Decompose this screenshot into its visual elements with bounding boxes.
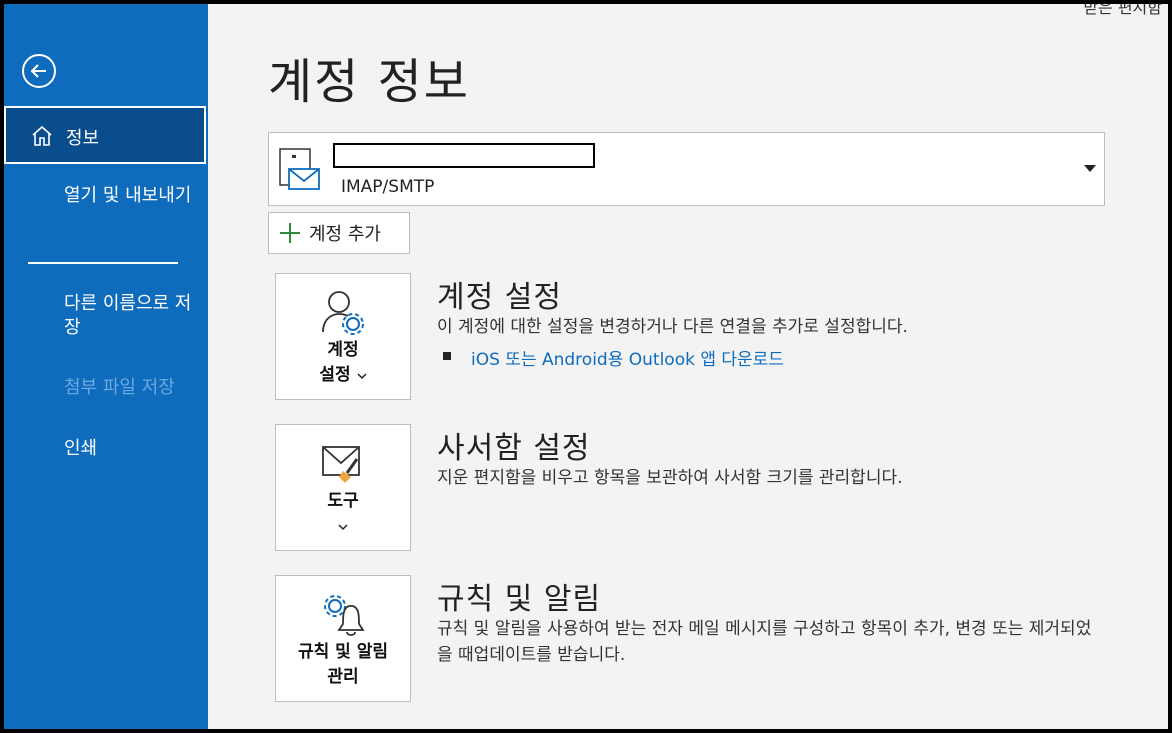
card-label-line1: 도구 [327,491,359,511]
card-label-line1: 계정 [327,340,359,360]
sidebar-separator [28,262,178,264]
account-type: IMAP/SMTP [341,177,435,197]
chevron-down-icon [357,373,367,380]
sidebar-item-label: 정보 [66,128,100,149]
page-title: 계정 정보 [268,54,470,110]
add-account-label: 계정 추가 [309,224,381,245]
section-description: 규칙 및 알림을 사용하여 받는 전자 메일 메시지를 구성하고 항목이 추가,… [437,619,1092,665]
email-account-icon [279,148,320,190]
section-title: 규칙 및 알림 [437,582,602,617]
sidebar-item-label: 다른 이름으로 저장 [64,293,192,338]
card-label-line1: 규칙 및 알림 [297,642,389,662]
section-title: 사서함 설정 [437,431,591,466]
mobile-app-download-link[interactable]: iOS 또는 Android용 Outlook 앱 다운로드 [471,345,784,370]
section-description: 지운 편지함을 비우고 항목을 보관하여 사서함 크기를 관리합니다. [437,468,903,488]
mailbox-cleanup-icon [322,446,360,483]
chevron-down-icon[interactable] [1084,165,1096,172]
manage-rules-alerts-button[interactable]: 규칙 및 알림 관리 [275,575,411,702]
card-label-line2: 설정 [319,365,351,385]
section-description: 이 계정에 대한 설정을 변경하거나 다른 연결을 추가로 설정합니다. [437,317,908,337]
sidebar-item-label: 인쇄 [64,438,98,459]
account-email-redacted [333,143,595,168]
sidebar-item-label: 열기 및 내보내기 [64,185,192,206]
add-account-button[interactable]: 계정 추가 [268,212,410,254]
card-label-line2: 관리 [327,667,359,687]
sidebar-item-print[interactable]: 인쇄 [4,437,208,467]
section-title: 계정 설정 [437,280,562,315]
account-settings-button[interactable]: 계정 설정 [275,273,411,400]
user-settings-icon [322,291,364,335]
plus-icon [280,223,300,243]
sidebar-item-save-as[interactable]: 다른 이름으로 저장 [4,292,208,342]
backstage-sidebar: 정보 열기 및 내보내기 다른 이름으로 저장 첨부 파일 저장 인쇄 [4,4,208,729]
mailbox-tools-button[interactable]: 도구 [275,424,411,551]
backstage-window: 정보 열기 및 내보내기 다른 이름으로 저장 첨부 파일 저장 인쇄 받은 편… [4,4,1168,729]
sidebar-item-info[interactable]: 정보 [4,106,206,164]
chevron-down-icon [338,524,348,531]
sidebar-item-open-export[interactable]: 열기 및 내보내기 [4,184,208,234]
back-button[interactable] [22,54,56,88]
bullet-icon [443,352,451,360]
rules-bell-icon [324,595,365,636]
sidebar-item-label: 첨부 파일 저장 [64,377,175,398]
home-icon [32,125,52,146]
back-arrow-icon [30,64,46,78]
window-title-fragment: 받은 편지함 [1083,4,1162,17]
sidebar-item-save-attachments: 첨부 파일 저장 [4,376,208,406]
account-selector[interactable]: IMAP/SMTP [268,132,1105,206]
